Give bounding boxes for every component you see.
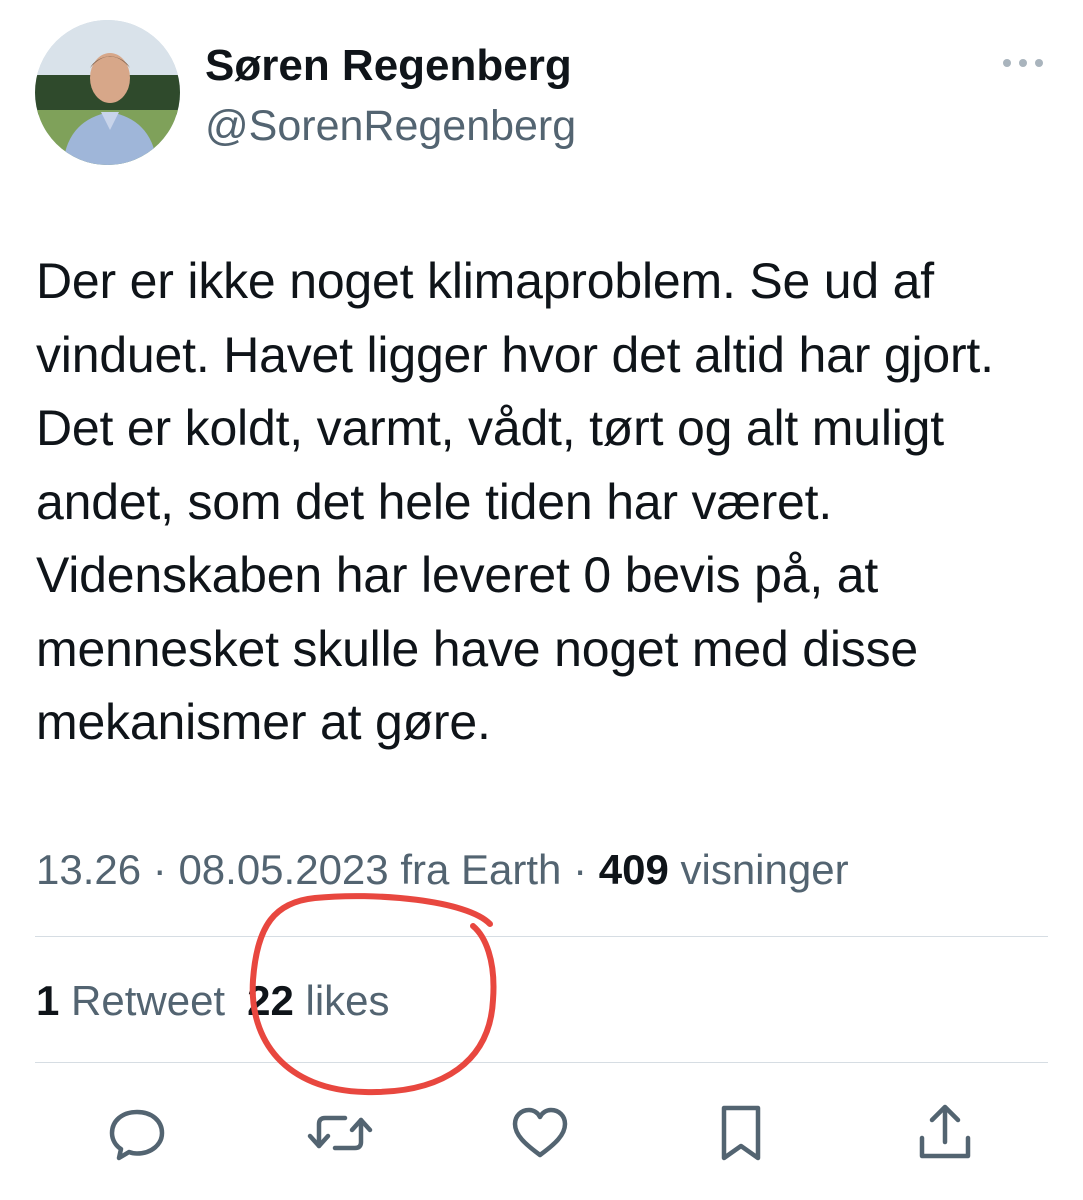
more-options-button[interactable] (995, 45, 1051, 81)
more-dots-icon (1003, 59, 1043, 67)
views-count: 409 (598, 846, 669, 893)
retweets-count: 1 (36, 977, 60, 1024)
retweet-icon (307, 1115, 373, 1151)
divider (35, 936, 1048, 937)
likes-label: likes (293, 977, 390, 1024)
share-button[interactable] (910, 1098, 980, 1168)
likes-count: 22 (247, 977, 294, 1024)
retweet-button[interactable] (305, 1098, 375, 1168)
meta-separator: · (561, 846, 599, 893)
views-label: visninger (668, 846, 849, 893)
retweets-stat[interactable]: 1 Retweet (36, 977, 225, 1024)
reply-icon (109, 1109, 165, 1161)
tweet-meta: 13.26 · 08.05.2023 fra Earth · 409 visni… (36, 842, 849, 898)
retweets-label: Retweet (59, 977, 226, 1024)
heart-icon (512, 1107, 568, 1158)
tweet-date[interactable]: 08.05.2023 (178, 846, 388, 893)
profile-photo (35, 20, 180, 165)
bookmark-button[interactable] (706, 1098, 776, 1168)
avatar[interactable] (35, 20, 180, 165)
share-icon (919, 1104, 971, 1159)
tweet-text: Der er ikke noget klimaproblem. Se ud af… (36, 253, 994, 750)
display-name[interactable]: Søren Regenberg (205, 38, 572, 94)
meta-separator: · (141, 846, 179, 893)
divider (35, 1062, 1048, 1063)
reply-button[interactable] (102, 1098, 172, 1168)
tweet-source: fra Earth (388, 846, 562, 893)
user-handle[interactable]: @SorenRegenberg (205, 98, 576, 154)
tweet-time[interactable]: 13.26 (36, 846, 141, 893)
likes-stat[interactable]: 22 likes (247, 977, 389, 1024)
bookmark-icon (721, 1105, 761, 1161)
like-button[interactable] (505, 1098, 575, 1168)
tweet-stats: 1 Retweet 22 likes (36, 973, 390, 1029)
